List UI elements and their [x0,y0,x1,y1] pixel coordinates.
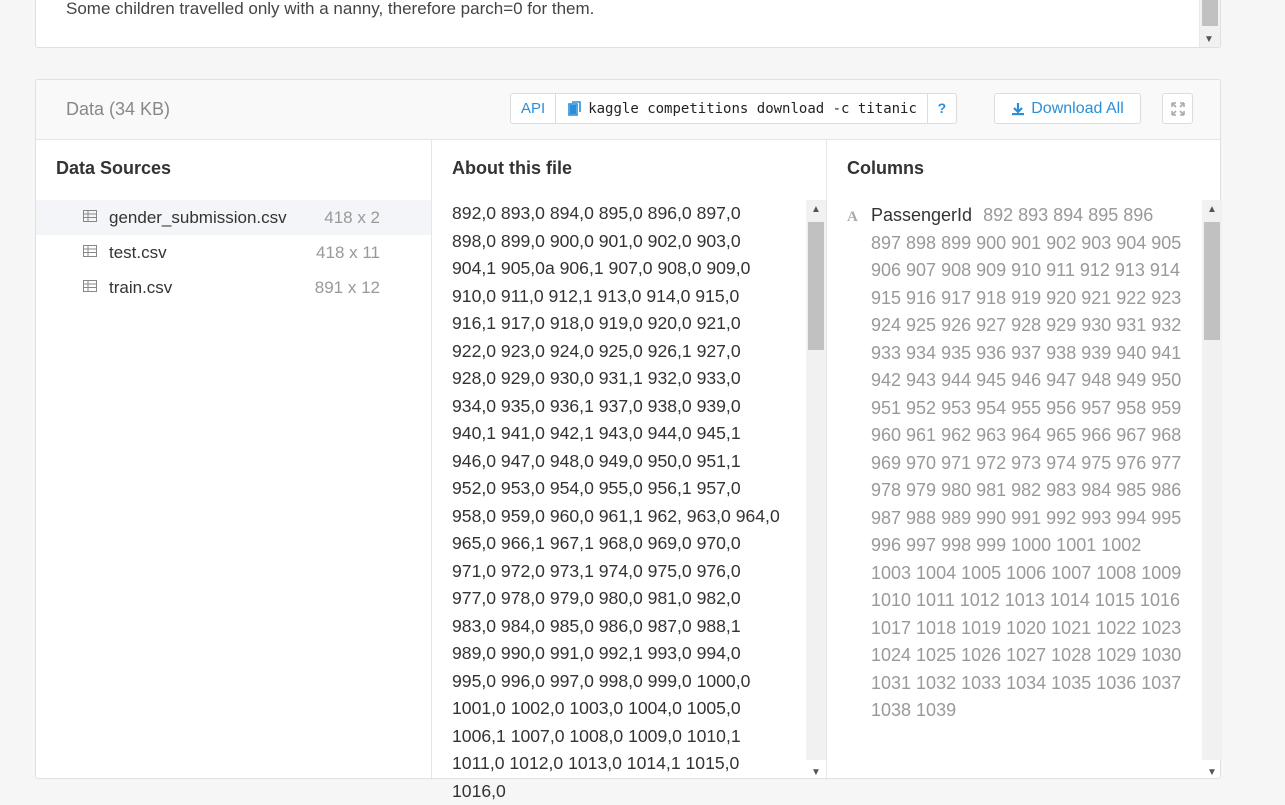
data-sources-heading: Data Sources [56,158,172,178]
columns-panel: Columns A PassengerId 892 893 894 895 89… [827,140,1222,780]
string-type-icon: A [847,209,858,225]
about-scrollbar[interactable]: ▲ ▼ [806,200,826,778]
file-name: train.csv [109,277,173,297]
table-icon [83,245,97,257]
data-title: Data (34 KB) [66,99,171,119]
columns-heading: Columns [847,158,925,178]
file-item-gender-submission[interactable]: gender_submission.csv 418 x 2 [36,200,431,235]
file-list: gender_submission.csv 418 x 2 test.csv 4… [36,200,431,305]
scrollbar-thumb[interactable] [1204,222,1220,340]
expand-button[interactable] [1162,93,1193,124]
description-scrollbar[interactable]: ▼ [1199,0,1220,47]
data-card: Data (34 KB) API kaggle competitions dow… [35,79,1222,801]
description-text: Some children travelled only with a nann… [66,0,595,18]
columns-scrollbar[interactable]: ▲ ▼ [1202,200,1222,778]
description-card: Some children travelled only with a nann… [35,0,1221,48]
download-all-label: Download All [1031,99,1124,117]
copy-icon[interactable] [568,101,582,116]
file-item-train[interactable]: train.csv 891 x 12 [36,270,431,305]
chevron-down-icon[interactable]: ▼ [1207,767,1217,778]
table-icon [83,280,97,292]
scrollbar-thumb[interactable] [1202,0,1218,26]
column-name: PassengerId [871,205,973,225]
download-icon [1012,102,1025,115]
about-file-panel: About this file 892,0 893,0 894,0 895,0 … [432,140,827,801]
chevron-down-icon[interactable]: ▼ [811,767,821,778]
api-command-text: kaggle competitions download -c titanic [588,100,917,117]
api-button[interactable]: API [511,94,557,123]
file-preview-text: 892,0 893,0 894,0 895,0 896,0 897,0 898,… [452,203,780,801]
api-help-button[interactable]: ? [928,94,956,123]
api-command-group: API kaggle competitions download -c tita… [510,93,957,124]
chevron-down-icon[interactable]: ▼ [1204,34,1214,45]
api-command-box[interactable]: kaggle competitions download -c titanic [556,94,928,123]
download-all-button[interactable]: Download All [994,93,1141,124]
data-header: Data (34 KB) API kaggle competitions dow… [36,80,1220,140]
file-size: 418 x 11 [316,242,380,262]
scrollbar-thumb[interactable] [808,222,824,350]
chevron-up-icon[interactable]: ▲ [811,204,821,215]
column-values: 892 893 894 895 896 897 898 899 900 901 … [871,205,1182,720]
chevron-up-icon[interactable]: ▲ [1207,204,1217,215]
file-size: 891 x 12 [314,277,380,297]
data-sources-panel: Data Sources gender_submission.csv 418 x… [36,140,432,780]
file-item-test[interactable]: test.csv 418 x 11 [36,235,431,270]
table-icon [83,210,97,222]
about-file-heading: About this file [452,158,572,178]
expand-icon [1170,101,1185,116]
file-name: test.csv [109,242,167,262]
file-name: gender_submission.csv [109,207,287,227]
file-size: 418 x 2 [324,207,380,227]
